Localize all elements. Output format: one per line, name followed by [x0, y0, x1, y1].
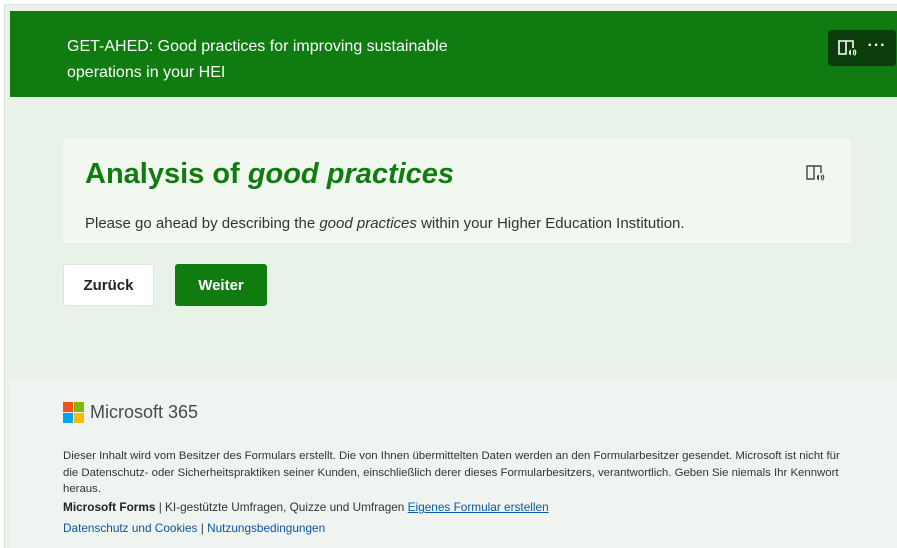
form-header: GET-AHED: Good practices for improving s…: [10, 11, 897, 97]
legal-separator: |: [197, 521, 208, 535]
disclaimer-text: Dieser Inhalt wird vom Besitzer des Form…: [63, 450, 840, 495]
section-description: Please go ahead by describing the good p…: [85, 214, 685, 234]
section-title-plain: Analysis of: [85, 158, 248, 190]
back-button[interactable]: Zurück: [63, 264, 154, 306]
more-options-button[interactable]: ···: [864, 35, 890, 61]
section-card: Analysis of good practices Please go ahe…: [63, 139, 851, 243]
section-immersive-reader-button[interactable]: [803, 161, 827, 185]
desc-before: Please go ahead by describing the: [85, 215, 320, 232]
forms-separator: |: [155, 500, 166, 514]
header-actions: ···: [828, 30, 896, 66]
terms-link[interactable]: Nutzungsbedingungen: [207, 521, 325, 535]
microsoft-logo-icon: [63, 401, 84, 423]
immersive-reader-icon: [806, 165, 825, 181]
microsoft-365-logo: Microsoft 365: [63, 401, 198, 423]
brand-name: Microsoft 365: [90, 402, 199, 422]
form-page: GET-AHED: Good practices for improving s…: [4, 4, 897, 548]
next-button[interactable]: Weiter: [175, 264, 267, 306]
forms-brand: Microsoft Forms: [63, 500, 156, 514]
privacy-link[interactable]: Datenschutz und Cookies: [63, 521, 197, 535]
forms-tagline: KI-gestützte Umfragen, Quizze und Umfrag…: [165, 500, 408, 514]
form-footer: Microsoft 365 Dieser Inhalt wird vom Bes…: [10, 379, 897, 548]
desc-after: within your Higher Education Institution…: [416, 215, 685, 232]
more-icon: ···: [867, 37, 887, 54]
form-title: GET-AHED: Good practices for improving s…: [67, 38, 448, 81]
forms-line: Microsoft Forms | KI-gestützte Umfragen,…: [63, 499, 549, 515]
desc-italic: good practices: [319, 215, 417, 232]
immersive-reader-icon: [838, 40, 857, 56]
create-form-link[interactable]: Eigenes Formular erstellen: [408, 500, 549, 514]
immersive-reader-button[interactable]: [834, 35, 860, 61]
section-title-italic: good practices: [247, 158, 455, 190]
section-title: Analysis of good practices: [85, 155, 454, 193]
legal-links: Datenschutz und Cookies | Nutzungsbeding…: [63, 520, 325, 536]
